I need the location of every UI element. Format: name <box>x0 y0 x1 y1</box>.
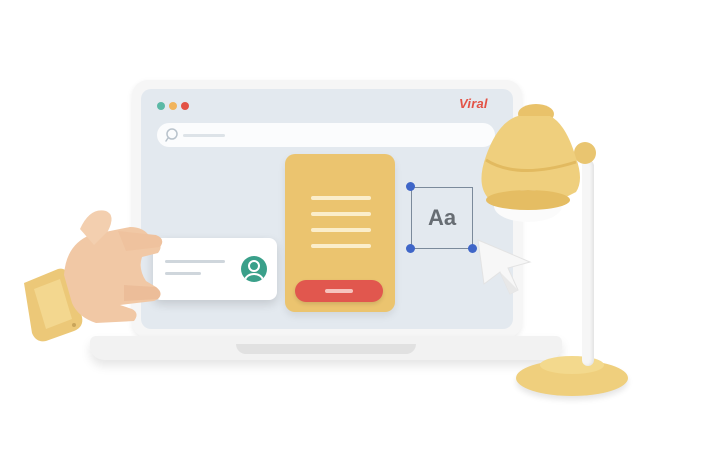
window-dot-green[interactable] <box>157 102 165 110</box>
laptop-trackpad-lip <box>236 344 416 354</box>
card-text-line <box>311 212 371 216</box>
cursor-arrow-icon <box>477 239 532 295</box>
card-text-line <box>311 196 371 200</box>
window-dot-red[interactable] <box>181 102 189 110</box>
card-text-line <box>311 244 371 248</box>
content-card <box>285 154 395 312</box>
user-avatar-icon <box>241 256 267 282</box>
card-button-label-line <box>325 289 353 293</box>
profile-text-line <box>165 260 225 263</box>
profile-text-line <box>165 272 201 275</box>
search-icon <box>165 128 178 142</box>
card-text-line <box>311 228 371 232</box>
profile-card[interactable] <box>153 238 277 300</box>
resize-handle-top-left[interactable] <box>406 182 415 191</box>
illustration-scene: Viral Aa <box>0 0 714 451</box>
card-action-button[interactable] <box>295 280 383 302</box>
desk-lamp-icon <box>481 104 580 222</box>
resize-handle-bottom-left[interactable] <box>406 244 415 253</box>
lamp-base-top <box>540 356 604 374</box>
search-placeholder-line <box>183 134 225 137</box>
window-dot-orange[interactable] <box>169 102 177 110</box>
hand-icon <box>24 210 163 342</box>
